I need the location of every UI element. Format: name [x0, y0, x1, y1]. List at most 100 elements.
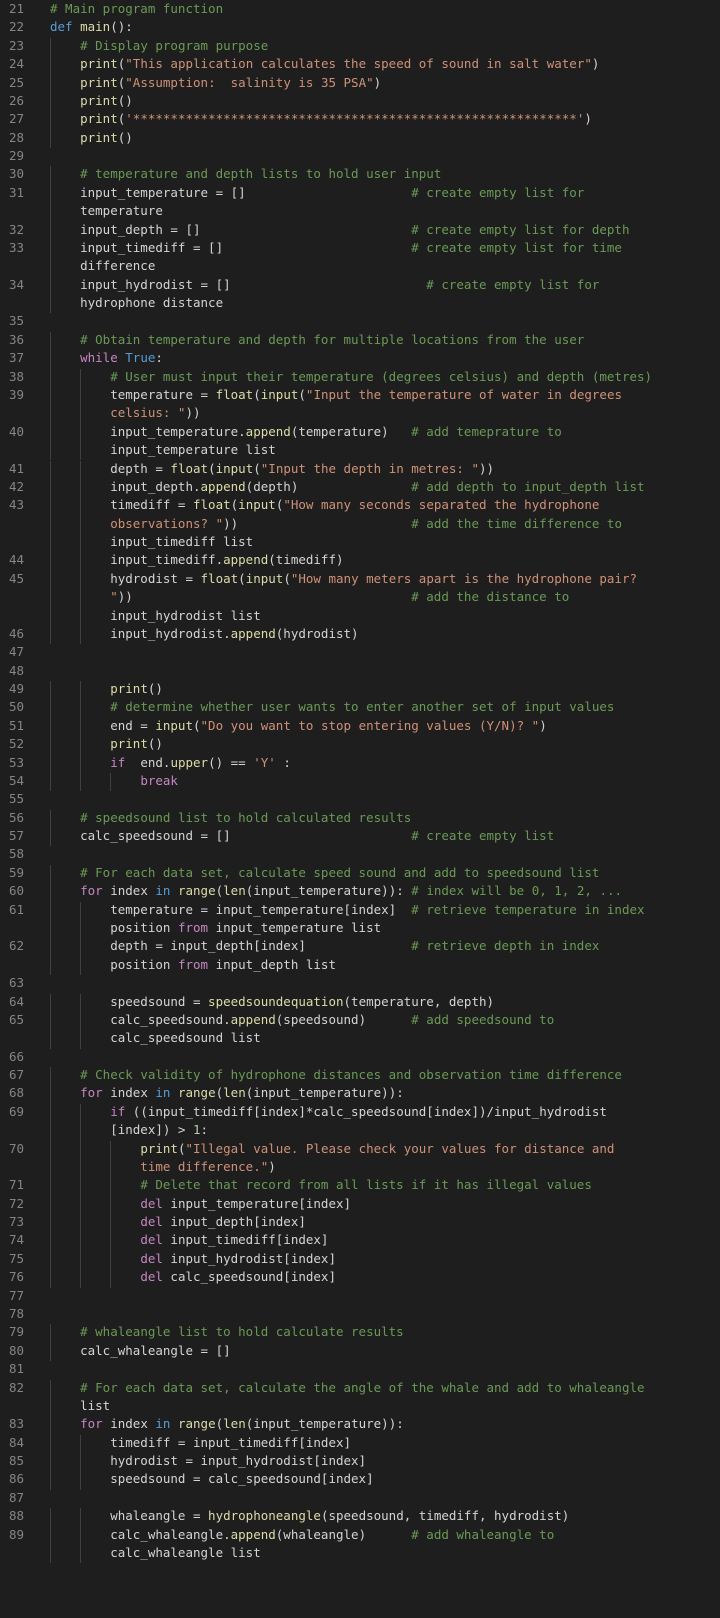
code-line[interactable]: calc_speedsound.append(speedsound) # add… [50, 1012, 554, 1027]
code-line[interactable]: print() [50, 130, 133, 145]
code-line[interactable]: temperature = input_temperature[index] #… [50, 902, 644, 917]
code-line[interactable]: del input_temperature[index] [50, 1196, 351, 1211]
code-line[interactable]: [index]) > 1: [50, 1122, 208, 1137]
code-line[interactable]: input_hydrodist list [50, 608, 261, 623]
line-number: 58 [8, 846, 24, 862]
code-line[interactable]: del input_depth[index] [50, 1214, 306, 1229]
indent-guide [110, 1232, 112, 1251]
code-line[interactable]: print() [50, 93, 133, 108]
code-line[interactable]: print("Assumption: salinity is 35 PSA") [50, 75, 381, 90]
line-number: 78 [8, 1305, 24, 1321]
code-line[interactable]: input_hydrodist = [] # create empty list… [50, 277, 599, 292]
code-line[interactable]: print() [50, 736, 163, 751]
code-line[interactable]: # Obtain temperature and depth for multi… [50, 332, 584, 347]
line-number: 56 [8, 809, 24, 825]
code-line[interactable]: calc_whaleangle.append(whaleangle) # add… [50, 1527, 554, 1542]
code-line[interactable]: calc_speedsound = [] # create empty list [50, 828, 554, 843]
code-line[interactable]: end = input("Do you want to stop enterin… [50, 718, 547, 733]
code-line[interactable]: # whaleangle list to hold calculate resu… [50, 1324, 404, 1339]
indent-guide [80, 423, 82, 443]
code-line[interactable]: print('*********************************… [50, 111, 592, 126]
code-line[interactable]: calc_speedsound list [50, 1030, 261, 1045]
code-line[interactable]: for index in range(len(input_temperature… [50, 883, 622, 898]
code-line[interactable]: temperature [50, 203, 163, 218]
code-line[interactable]: # determine whether user wants to enter … [50, 699, 614, 714]
code-line[interactable]: break [50, 773, 178, 788]
code-line[interactable]: del calc_speedsound[index] [50, 1269, 336, 1284]
code-line[interactable]: observations? ")) # add the time differe… [50, 516, 622, 531]
line-number: 75 [8, 1250, 24, 1266]
code-line[interactable]: time difference.") [50, 1159, 275, 1174]
code-line[interactable]: input_temperature = [] # create empty li… [50, 185, 584, 200]
code-line[interactable]: input_depth = [] # create empty list for… [50, 222, 629, 237]
code-line[interactable]: timediff = input_timediff[index] [50, 1435, 351, 1450]
code-line[interactable]: ")) # add the distance to [50, 589, 569, 604]
line-number: 84 [8, 1434, 24, 1450]
code-line[interactable]: celsius: ")) [50, 405, 200, 420]
code-line[interactable]: if ((input_timediff[index]*calc_speedsou… [50, 1104, 607, 1119]
line-number: 77 [8, 1287, 24, 1303]
code-line[interactable]: while True: [50, 350, 163, 365]
line-number: 62 [8, 938, 24, 954]
code-line[interactable]: print() [50, 681, 163, 696]
code-line[interactable]: # Delete that record from all lists if i… [50, 1177, 592, 1192]
code-line[interactable]: temperature = float(input("Input the tem… [50, 387, 622, 402]
code-line[interactable]: # User must input their temperature (deg… [50, 369, 652, 384]
code-line[interactable]: input_temperature list [50, 442, 276, 457]
code-line[interactable]: list [50, 1398, 110, 1413]
code-line[interactable]: input_hydrodist.append(hydrodist) [50, 626, 358, 641]
code-line[interactable]: position from input_temperature list [50, 920, 381, 935]
line-number: 67 [8, 1067, 24, 1083]
code-line[interactable]: depth = float(input("Input the depth in … [50, 461, 494, 476]
code-line[interactable]: hydrophone distance [50, 295, 223, 310]
code-line[interactable]: input_timediff.append(timediff) [50, 552, 343, 567]
code-line[interactable]: for index in range(len(input_temperature… [50, 1416, 404, 1431]
indent-guide [50, 1269, 51, 1288]
code-line[interactable]: input_temperature.append(temperature) # … [50, 424, 562, 439]
code-line[interactable]: input_timediff = [] # create empty list … [50, 240, 622, 255]
code-line[interactable]: for index in range(len(input_temperature… [50, 1085, 404, 1100]
indent-guide [50, 1416, 51, 1435]
code-line[interactable]: # For each data set, calculate the angle… [50, 1380, 644, 1395]
code-line[interactable]: hydrodist = input_hydrodist[index] [50, 1453, 366, 1468]
code-line[interactable]: speedsound = speedsoundequation(temperat… [50, 994, 494, 1009]
line-number: 52 [8, 736, 24, 752]
code-line[interactable]: print("Illegal value. Please check your … [50, 1141, 614, 1156]
code-line[interactable]: # Display program purpose [50, 38, 268, 53]
line-number: 36 [8, 331, 24, 347]
code-line[interactable]: # For each data set, calculate speed sou… [50, 865, 599, 880]
indent-guide [80, 1544, 82, 1564]
code-line[interactable]: # Check validity of hydrophone distances… [50, 1067, 622, 1082]
indent-guide [80, 699, 82, 718]
indent-guide [80, 1158, 82, 1178]
code-line[interactable]: hydrodist = float(input("How many meters… [50, 571, 637, 586]
code-line[interactable]: # Main program function [50, 1, 223, 16]
code-line[interactable]: if end.upper() == 'Y' : [50, 755, 291, 770]
code-line[interactable]: # temperature and depth lists to hold us… [50, 166, 441, 181]
code-line[interactable]: del input_hydrodist[index] [50, 1251, 336, 1266]
indent-guide [50, 1103, 51, 1123]
code-line[interactable]: depth = input_depth[index] # retrieve de… [50, 938, 599, 953]
line-number: 83 [8, 1416, 24, 1432]
code-line[interactable]: calc_whaleangle = [] [50, 1343, 231, 1358]
code-editor[interactable]: 21 # Main program function 22 def main(): 23… [0, 0, 720, 1618]
indent-guide [80, 681, 82, 700]
code-line[interactable]: whaleangle = hydrophoneangle(speedsound,… [50, 1508, 569, 1523]
code-line[interactable]: position from input_depth list [50, 957, 336, 972]
indent-guide [80, 1526, 82, 1545]
code-line[interactable]: calc_whaleangle list [50, 1545, 261, 1560]
code-line[interactable]: print("This application calculates the s… [50, 56, 599, 71]
code-line[interactable]: difference [50, 258, 155, 273]
code-line[interactable]: del input_timediff[index] [50, 1232, 328, 1247]
indent-guide [50, 864, 51, 884]
line-number: 31 [8, 184, 24, 200]
code-line[interactable]: input_depth.append(depth) # add depth to… [50, 479, 644, 494]
code-line[interactable]: # speedsound list to hold calculated res… [50, 810, 411, 825]
indent-guide [50, 993, 51, 1012]
code-line[interactable]: timediff = float(input("How many seconds… [50, 497, 599, 512]
indent-guide [50, 74, 51, 93]
code-line[interactable]: speedsound = calc_speedsound[index] [50, 1471, 373, 1486]
code-line[interactable]: def main(): [50, 19, 133, 34]
indent-guide [80, 497, 82, 516]
indent-guide [80, 1103, 82, 1123]
